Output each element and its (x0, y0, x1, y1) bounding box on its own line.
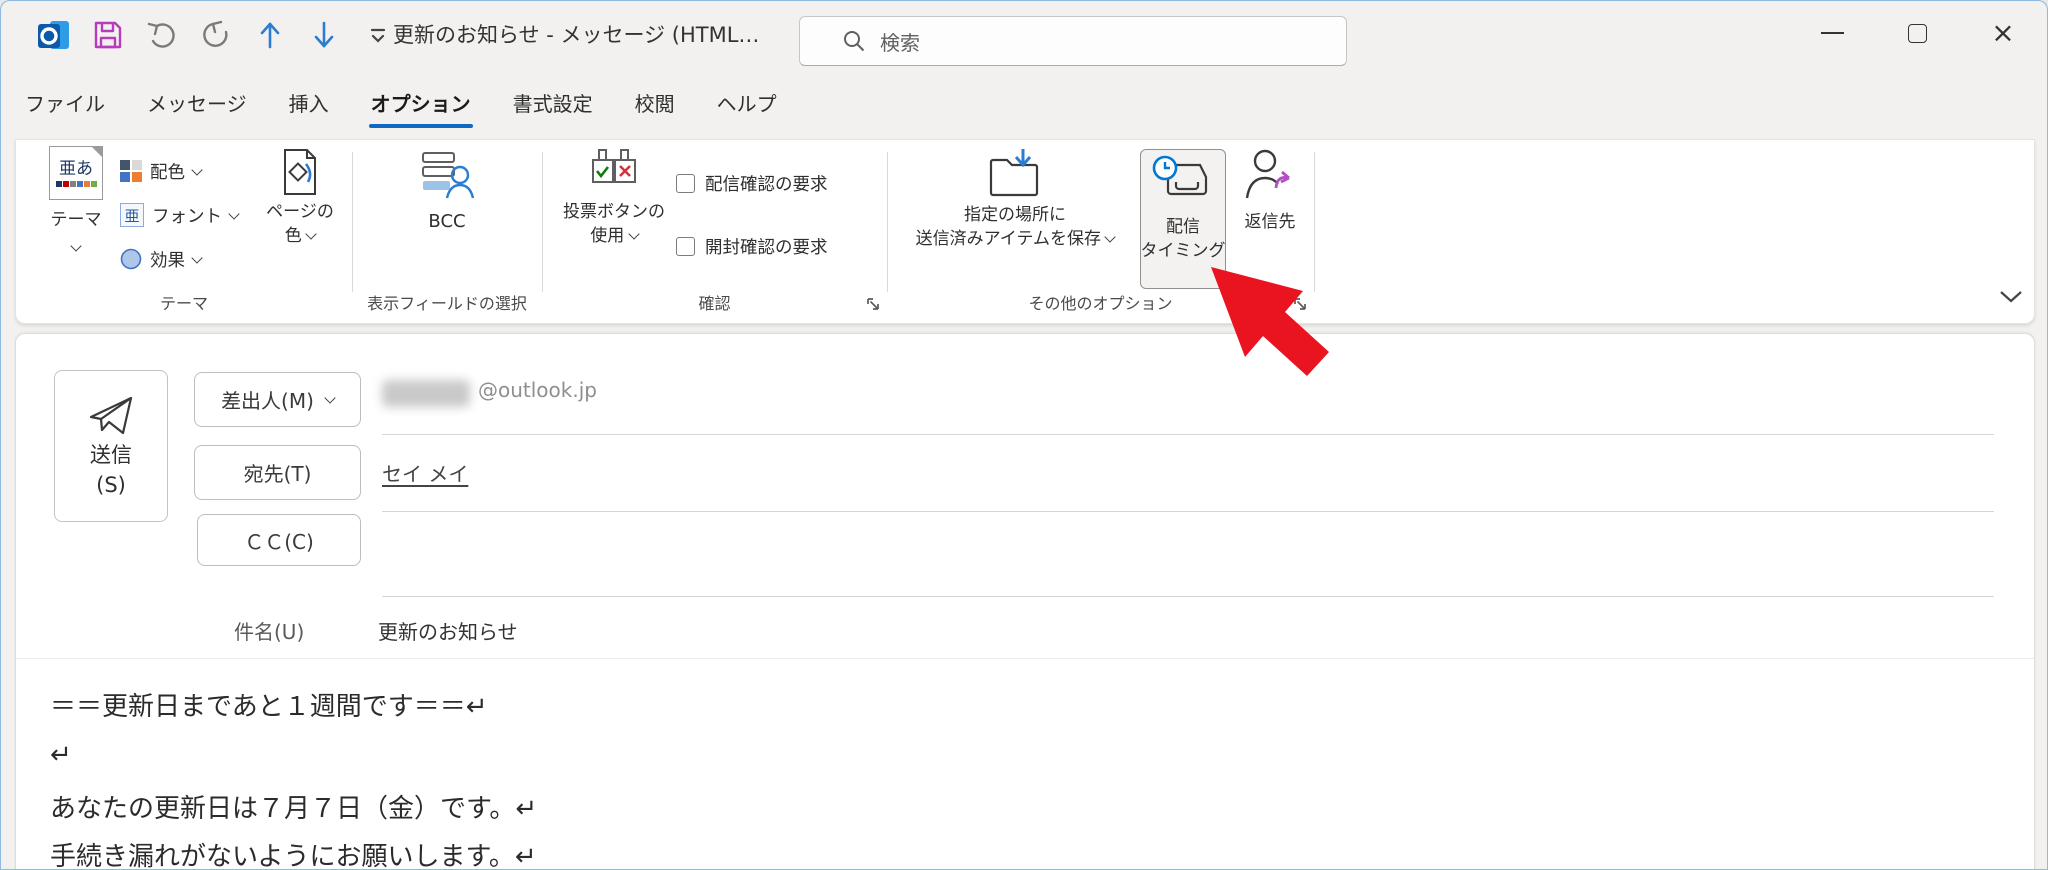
cc-button[interactable]: ＣＣ(C) (197, 514, 361, 566)
tab-review[interactable]: 校閲 (633, 88, 677, 117)
from-address: @outlook.jp (478, 378, 597, 402)
to-field-underline (382, 511, 1994, 512)
red-pointer-arrow (1199, 259, 1349, 409)
from-field-underline (382, 434, 1994, 435)
voting-buttons-icon (591, 148, 637, 196)
chevron-down-icon (228, 208, 239, 219)
chevron-down-icon (70, 240, 81, 251)
read-receipt-checkbox[interactable]: 開封確認の要求 (676, 234, 828, 259)
direct-replies-to-button[interactable]: 返信先 (1232, 148, 1308, 234)
subject-value[interactable]: 更新のお知らせ (378, 616, 518, 645)
ribbon: 亜あ テーマ 配色 亜 フォント (15, 139, 2035, 324)
window-title: 更新のお知らせ - メッセージ (HTML… (393, 1, 759, 69)
from-button[interactable]: 差出人(M) (194, 372, 361, 427)
send-button[interactable]: 送信 (S) (54, 370, 168, 522)
body-line[interactable]: あなたの更新日は７月７日（金）です。↵ (50, 788, 537, 825)
group-label-tracking: 確認 (542, 290, 887, 314)
themes-icon: 亜あ (49, 146, 103, 200)
theme-colors-button[interactable]: 配色 (120, 156, 201, 186)
maximize-icon (1908, 24, 1927, 43)
save-sent-item-button[interactable]: 指定の場所に 送信済みアイテムを保存 (900, 148, 1130, 251)
ribbon-separator (887, 152, 888, 292)
bcc-button[interactable]: BCC (397, 148, 497, 234)
chevron-down-icon (324, 392, 335, 403)
checkbox-icon (676, 237, 695, 256)
delivery-receipt-checkbox[interactable]: 配信確認の要求 (676, 171, 828, 196)
collapse-ribbon-icon[interactable] (1998, 288, 2024, 306)
send-icon (87, 394, 135, 438)
move-down-icon[interactable] (307, 18, 341, 52)
delay-delivery-icon (1152, 155, 1214, 209)
chevron-down-icon (628, 228, 639, 239)
save-icon[interactable] (91, 18, 125, 52)
body-line[interactable]: ↵ (50, 740, 72, 770)
search-box[interactable]: 検索 (799, 16, 1347, 66)
undo-icon[interactable] (145, 18, 179, 52)
tab-insert[interactable]: 挿入 (287, 88, 331, 117)
chevron-down-icon (191, 252, 202, 263)
title-bar: 更新のお知らせ - メッセージ (HTML… 検索 × (1, 1, 2047, 69)
to-button[interactable]: 宛先(T) (194, 445, 361, 500)
page-color-icon (277, 148, 323, 196)
minimize-button[interactable] (1809, 7, 1855, 59)
ribbon-separator (352, 152, 353, 292)
close-button[interactable]: × (1980, 7, 2026, 59)
outlook-message-window: 更新のお知らせ - メッセージ (HTML… 検索 × ファイル メッセージ 挿… (0, 0, 2048, 870)
header-body-divider (16, 658, 2034, 659)
chevron-down-icon (1105, 231, 1116, 242)
voting-buttons-button[interactable]: 投票ボタンの 使用 (556, 148, 672, 248)
theme-fonts-button[interactable]: 亜 フォント (120, 200, 238, 230)
bcc-icon (420, 148, 474, 202)
to-recipient[interactable]: セイ メイ (382, 458, 468, 487)
theme-fonts-icon: 亜 (120, 203, 144, 227)
close-icon: × (1991, 19, 2014, 47)
checkbox-icon (676, 174, 695, 193)
tab-message[interactable]: メッセージ (145, 88, 249, 117)
outlook-app-icon (37, 18, 71, 52)
save-sent-folder-icon (987, 148, 1043, 198)
body-line[interactable]: 手続き漏れがないようにお願いします。↵ (50, 836, 537, 870)
themes-button[interactable]: 亜あ テーマ (42, 146, 110, 253)
search-icon (842, 29, 866, 53)
tab-file[interactable]: ファイル (23, 88, 107, 117)
direct-replies-to-icon (1243, 148, 1297, 204)
from-address-redacted (382, 380, 470, 407)
redo-icon[interactable] (199, 18, 233, 52)
tab-options[interactable]: オプション (369, 88, 473, 117)
tracking-dialog-launcher-icon[interactable] (865, 296, 881, 312)
theme-colors-icon (120, 160, 142, 182)
group-label-show-fields: 表示フィールドの選択 (352, 290, 542, 314)
theme-effects-button[interactable]: 効果 (120, 244, 201, 274)
body-line[interactable]: ＝＝更新日まであと１週間です＝＝↵ (50, 686, 488, 723)
ribbon-tab-row: ファイル メッセージ 挿入 オプション 書式設定 校閲 ヘルプ (23, 69, 779, 135)
minimize-icon (1821, 32, 1844, 34)
maximize-button[interactable] (1894, 7, 1940, 59)
compose-area: 送信 (S) 差出人(M) @outlook.jp 宛先(T) セイ メイ ＣＣ… (15, 333, 2035, 870)
qat-customize-icon[interactable] (361, 18, 395, 52)
move-up-icon[interactable] (253, 18, 287, 52)
ribbon-separator (542, 152, 543, 292)
tab-help[interactable]: ヘルプ (715, 88, 779, 117)
chevron-down-icon (306, 228, 317, 239)
page-color-button[interactable]: ページの 色 (258, 148, 342, 248)
quick-access-toolbar (37, 1, 395, 69)
chevron-down-icon (191, 164, 202, 175)
theme-effects-icon (120, 248, 142, 270)
group-label-themes: テーマ (16, 290, 352, 314)
subject-label: 件名(U) (234, 616, 304, 645)
tab-format-text[interactable]: 書式設定 (511, 88, 595, 117)
search-placeholder: 検索 (880, 27, 920, 56)
cc-field-underline (382, 596, 1994, 597)
